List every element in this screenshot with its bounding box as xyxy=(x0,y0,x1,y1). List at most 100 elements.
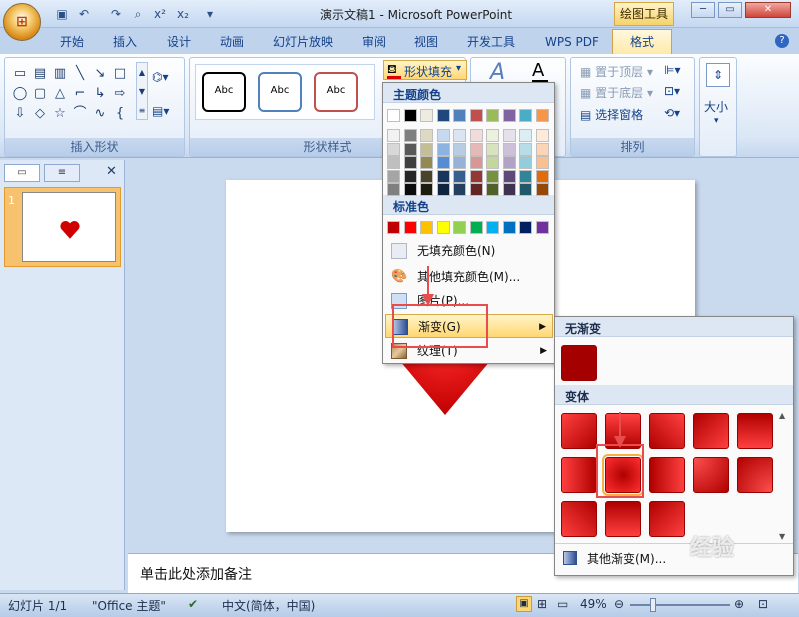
gradient-variant-swatch[interactable] xyxy=(605,501,641,537)
zoom-slider-track[interactable] xyxy=(630,604,730,606)
theme-shade-swatch[interactable] xyxy=(469,129,483,142)
tab-format[interactable]: 格式 xyxy=(612,29,672,55)
theme-color-swatch[interactable] xyxy=(387,109,400,122)
edit-shape-icon[interactable]: ⌬▾ xyxy=(152,70,169,84)
submenu-scrollbar[interactable]: ▲ ▼ xyxy=(779,411,791,541)
right-arrow-shape-icon[interactable]: ⇨ xyxy=(110,84,130,104)
star-shape-icon[interactable]: ☆ xyxy=(50,104,70,124)
theme-shade-swatch[interactable] xyxy=(387,129,400,142)
tab-home[interactable]: 开始 xyxy=(60,32,84,54)
textbox-shape-icon[interactable]: ▭ xyxy=(10,64,30,84)
minimize-button[interactable]: ─ xyxy=(691,2,715,18)
gallery-scroll-icon[interactable]: ▲ ▼ ≡ xyxy=(136,62,148,120)
close-button[interactable]: ✕ xyxy=(745,2,791,18)
no-gradient-swatch[interactable] xyxy=(561,345,597,381)
slide-sorter-icon[interactable]: ⊞ xyxy=(537,597,547,611)
theme-shade-swatch[interactable] xyxy=(453,183,466,196)
theme-shade-swatch[interactable] xyxy=(436,129,450,142)
theme-shade-swatch[interactable] xyxy=(453,129,466,142)
theme-shade-swatch[interactable] xyxy=(469,183,483,196)
theme-shade-swatch[interactable] xyxy=(387,142,400,156)
gradient-variant-swatch[interactable] xyxy=(649,457,685,493)
standard-color-swatch[interactable] xyxy=(387,221,400,234)
standard-color-swatch[interactable] xyxy=(519,221,532,234)
theme-shade-swatch[interactable] xyxy=(502,183,516,196)
theme-shade-swatch[interactable] xyxy=(403,142,417,156)
shape-gallery[interactable]: ▭ ▤ ▥ ╲ ↘ □ ◯ ▢ △ ⌐ ↳ ⇨ ⇩ ◇ ☆ ⌒ ∿{ xyxy=(10,64,130,124)
tab-view[interactable]: 视图 xyxy=(414,32,438,54)
theme-color-swatch[interactable] xyxy=(486,109,499,122)
theme-shade-swatch[interactable] xyxy=(453,142,466,156)
align-icon[interactable]: ⊫▾ xyxy=(664,63,680,77)
tab-design[interactable]: 设计 xyxy=(167,32,191,54)
gradient-variant-swatch[interactable] xyxy=(649,501,685,537)
tab-wps-pdf[interactable]: WPS PDF xyxy=(545,32,599,54)
gradient-variant-swatch[interactable] xyxy=(693,413,729,449)
style-sample-blue[interactable]: Abc xyxy=(258,72,302,112)
theme-shade-swatch[interactable] xyxy=(502,142,516,156)
subscript-icon[interactable]: x₂ xyxy=(175,6,191,22)
restore-button[interactable]: ▭ xyxy=(718,2,742,18)
theme-shade-swatch[interactable] xyxy=(403,169,417,183)
standard-color-swatch[interactable] xyxy=(453,221,466,234)
style-sample-black[interactable]: Abc xyxy=(202,72,246,112)
save-icon[interactable]: ▣ xyxy=(54,6,70,22)
theme-color-swatch[interactable] xyxy=(502,109,516,122)
arrow-shape-icon[interactable]: ↘ xyxy=(90,64,110,84)
scroll-up-icon[interactable]: ▲ xyxy=(779,411,785,420)
theme-shade-swatch[interactable] xyxy=(469,142,483,156)
theme-shade-swatch[interactable] xyxy=(436,142,450,156)
slide-thumbnail-preview[interactable] xyxy=(22,192,116,262)
shape-fill-button[interactable]: ⛾ 形状填充 ▾ xyxy=(383,60,467,80)
theme-shade-swatch[interactable] xyxy=(502,169,516,183)
scroll-down-icon[interactable]: ▼ xyxy=(779,532,785,541)
theme-shade-swatch[interactable] xyxy=(387,183,400,196)
more-gradients-item[interactable]: 其他渐变(M)... xyxy=(561,547,787,571)
theme-shade-swatch[interactable] xyxy=(436,183,450,196)
fit-window-icon[interactable]: ⊡ xyxy=(758,597,768,611)
down-arrow-shape-icon[interactable]: ⇩ xyxy=(10,104,30,124)
superscript-icon[interactable]: x² xyxy=(152,6,168,22)
elbow-arrow-icon[interactable]: ↳ xyxy=(90,84,110,104)
no-fill-item[interactable]: 无填充颜色(N) xyxy=(385,239,553,263)
freeform-shape-icon[interactable]: ∿ xyxy=(90,104,110,124)
theme-color-swatch[interactable] xyxy=(436,109,450,122)
theme-shade-swatch[interactable] xyxy=(519,142,532,156)
theme-shade-swatch[interactable] xyxy=(420,183,433,196)
gradient-variant-swatch[interactable] xyxy=(561,457,597,493)
standard-color-swatch[interactable] xyxy=(469,221,483,234)
theme-shade-swatch[interactable] xyxy=(420,129,433,142)
theme-shade-swatch[interactable] xyxy=(436,156,450,169)
zoom-level[interactable]: 49% xyxy=(580,597,607,611)
theme-shade-swatch[interactable] xyxy=(519,129,532,142)
curve-shape-icon[interactable]: ⌒ xyxy=(70,104,90,124)
theme-color-swatch[interactable] xyxy=(535,109,549,122)
redo-icon[interactable]: ↷ xyxy=(108,6,124,22)
theme-shade-swatch[interactable] xyxy=(453,169,466,183)
theme-color-swatch[interactable] xyxy=(403,109,417,122)
theme-shade-swatch[interactable] xyxy=(486,129,499,142)
gradient-variant-swatch[interactable] xyxy=(693,457,729,493)
oval-shape-icon[interactable]: ◯ xyxy=(10,84,30,104)
theme-color-swatch[interactable] xyxy=(453,109,466,122)
theme-shade-swatch[interactable] xyxy=(486,183,499,196)
quick-access-dropdown-icon[interactable]: ▾ xyxy=(202,6,218,22)
zoom-in-icon[interactable]: ⊕ xyxy=(734,597,744,611)
close-pane-icon[interactable]: ✕ xyxy=(106,164,117,179)
standard-color-swatch[interactable] xyxy=(420,221,433,234)
tab-insert[interactable]: 插入 xyxy=(113,32,137,54)
standard-color-swatch[interactable] xyxy=(486,221,499,234)
slideshow-icon[interactable]: ▭ xyxy=(557,597,568,611)
theme-shade-swatch[interactable] xyxy=(486,169,499,183)
text-box-icon[interactable]: ▤▾ xyxy=(152,104,169,118)
standard-color-swatch[interactable] xyxy=(502,221,516,234)
elbow-connector-icon[interactable]: ⌐ xyxy=(70,84,90,104)
undo-icon[interactable]: ↶ xyxy=(76,6,92,22)
theme-shade-swatch[interactable] xyxy=(436,169,450,183)
theme-shade-swatch[interactable] xyxy=(420,169,433,183)
theme-shade-swatch[interactable] xyxy=(519,169,532,183)
theme-shade-swatch[interactable] xyxy=(453,156,466,169)
tab-developer[interactable]: 开发工具 xyxy=(467,32,515,54)
theme-shade-swatch[interactable] xyxy=(403,156,417,169)
line-shape-icon[interactable]: ╲ xyxy=(70,64,90,84)
